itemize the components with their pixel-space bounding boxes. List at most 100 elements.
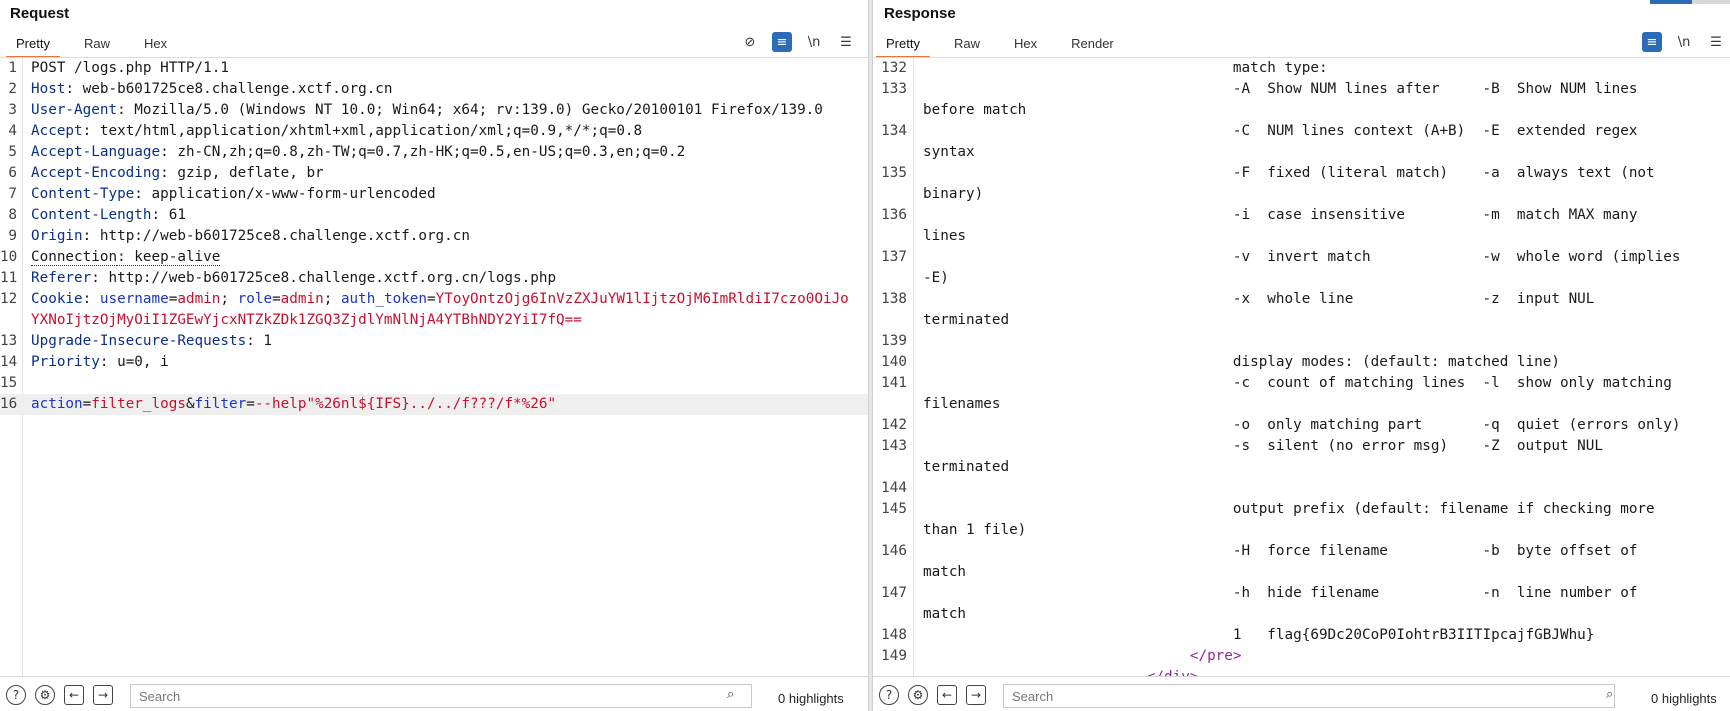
code-line[interactable]: 10 Connection: keep-alive [0, 247, 868, 268]
code-line[interactable]: 136 -i case insensitive -m match MAX man… [873, 205, 1730, 247]
text-segment: -h hide filename -n line number of match [923, 585, 1638, 622]
search-input[interactable] [1003, 684, 1615, 708]
code-line[interactable]: 11 Referer: http://web-b601725ce8.challen… [0, 268, 868, 289]
param-name: username [99, 291, 169, 307]
layout-toggle[interactable] [1650, 0, 1730, 4]
code-line[interactable]: 12 Cookie: username=admin; role=admin; au… [0, 289, 868, 331]
code-line[interactable]: 13 Upgrade-Insecure-Requests: 1 [0, 331, 868, 352]
response-pane: Response Pretty Raw Hex Render ≡ \n ☰ 13… [873, 0, 1730, 711]
code-line[interactable]: 140 display modes: (default: matched lin… [873, 352, 1730, 373]
header-name: Content-Type [31, 186, 135, 202]
param-value: admin [280, 291, 324, 307]
line-text: 1 flag{69Dc20CoP0IohtrB3IITIpcajfGBJWhu} [923, 625, 1723, 646]
line-number: 13 [0, 333, 18, 349]
header-name: Accept-Encoding [31, 165, 161, 181]
code-line[interactable]: 14 Priority: u=0, i [0, 352, 868, 373]
line-text: Accept-Encoding: gzip, deflate, br [31, 163, 849, 184]
line-text: Accept: text/html,application/xhtml+xml,… [31, 121, 849, 142]
newline-toggle-icon[interactable]: \n [804, 32, 824, 52]
code-line[interactable]: 145 output prefix (default: filename if … [873, 499, 1730, 541]
code-line[interactable]: 144 [873, 478, 1730, 499]
code-line[interactable]: 9 Origin: http://web-b601725ce8.challenge… [0, 226, 868, 247]
code-line[interactable]: 149 </pre> [873, 646, 1730, 667]
tab-pretty[interactable]: Pretty [876, 33, 930, 58]
text-segment: -F fixed (literal match) -a always text … [923, 165, 1655, 202]
tab-raw[interactable]: Raw [74, 33, 120, 56]
code-line[interactable]: 147 -h hide filename -n line number of m… [873, 583, 1730, 625]
newline-toggle-icon[interactable]: \n [1674, 32, 1694, 52]
gear-icon[interactable]: ⚙ [35, 685, 55, 705]
wrap-icon[interactable]: ≡ [772, 32, 792, 52]
tab-hex[interactable]: Hex [134, 33, 177, 56]
wrap-icon[interactable]: ≡ [1642, 32, 1662, 52]
code-line[interactable]: 142 -o only matching part -q quiet (erro… [873, 415, 1730, 436]
code-line[interactable]: 1 POST /logs.php HTTP/1.1 [0, 58, 868, 79]
line-number: 142 [881, 417, 907, 433]
forward-arrow-icon[interactable]: → [93, 685, 113, 705]
line-number: 8 [8, 207, 17, 223]
line-number: 145 [881, 501, 907, 517]
search-input[interactable] [130, 684, 752, 708]
param-value: filter_logs [91, 396, 186, 412]
line-number: 137 [881, 249, 907, 265]
line-number: 138 [881, 291, 907, 307]
request-bottom-bar: ? ⚙ ← → ⌕ 0 highlights [0, 676, 868, 711]
code-line[interactable]: 141 -c count of matching lines -l show o… [873, 373, 1730, 415]
help-icon[interactable]: ? [6, 685, 26, 705]
forward-arrow-icon[interactable]: → [966, 685, 986, 705]
line-number: 144 [881, 480, 907, 496]
code-line[interactable]: 3 User-Agent: Mozilla/5.0 (Windows NT 10.… [0, 100, 868, 121]
menu-icon[interactable]: ☰ [1706, 32, 1726, 52]
code-line[interactable]: 148 1 flag{69Dc20CoP0IohtrB3IITIpcajfGBJ… [873, 625, 1730, 646]
code-line[interactable]: 133 -A Show NUM lines after -B Show NUM … [873, 79, 1730, 121]
tab-hex[interactable]: Hex [1004, 33, 1047, 56]
code-line[interactable]: 132 match type: [873, 58, 1730, 79]
code-line[interactable]: 15 [0, 373, 868, 394]
response-bottom-icons: ? ⚙ ← → [879, 685, 986, 705]
code-line[interactable]: 143 -s silent (no error msg) -Z output N… [873, 436, 1730, 478]
response-lines[interactable]: 132 match type: 133 -A Show NUM lines aft… [873, 58, 1730, 677]
menu-icon[interactable]: ☰ [836, 32, 856, 52]
line-number: 12 [0, 291, 18, 307]
line-text: Origin: http://web-b601725ce8.challenge.… [31, 226, 849, 247]
code-line[interactable]: 16 action=filter_logs&filter=--help"%26nl… [0, 394, 868, 415]
code-line[interactable]: 4 Accept: text/html,application/xhtml+xml… [0, 121, 868, 142]
line-text: output prefix (default: filename if chec… [923, 499, 1723, 541]
code-line[interactable]: 146 -H force filename -b byte offset of … [873, 541, 1730, 583]
search-icon: ⌕ [1606, 687, 1614, 702]
code-line[interactable]: 2 Host: web-b601725ce8.challenge.xctf.org… [0, 79, 868, 100]
hide-eye-icon[interactable]: ⊘ [740, 32, 760, 52]
param-name: role [237, 291, 273, 307]
back-arrow-icon[interactable]: ← [64, 685, 84, 705]
gear-icon[interactable]: ⚙ [908, 685, 928, 705]
html-tag: </ [923, 648, 1208, 664]
code-line[interactable]: 8 Content-Length: 61 [0, 205, 868, 226]
param-name: filter [194, 396, 247, 412]
code-line[interactable]: 135 -F fixed (literal match) -a always t… [873, 163, 1730, 205]
code-line[interactable]: 134 -C NUM lines context (A+B) -E extend… [873, 121, 1730, 163]
code-line[interactable]: 139 [873, 331, 1730, 352]
code-line[interactable]: 7 Content-Type: application/x-www-form-ur… [0, 184, 868, 205]
back-arrow-icon[interactable]: ← [937, 685, 957, 705]
code-line[interactable]: 5 Accept-Language: zh-CN,zh;q=0.8,zh-TW;q… [0, 142, 868, 163]
help-icon[interactable]: ? [879, 685, 899, 705]
line-text: Priority: u=0, i [31, 352, 849, 373]
text-segment: match type: [923, 60, 1328, 76]
tab-raw[interactable]: Raw [944, 33, 990, 56]
request-lines[interactable]: 1 POST /logs.php HTTP/1.1 2 Host: web-b6017… [0, 58, 868, 415]
response-editor[interactable]: 132 match type: 133 -A Show NUM lines aft… [873, 58, 1730, 677]
code-line[interactable]: 137 -v invert match -w whole word (impli… [873, 247, 1730, 289]
tab-pretty[interactable]: Pretty [6, 33, 60, 58]
line-text: POST /logs.php HTTP/1.1 [31, 58, 849, 79]
line-text: Content-Type: application/x-www-form-url… [31, 184, 849, 205]
line-number: 133 [881, 81, 907, 97]
text-segment: : u=0, i [99, 354, 169, 370]
code-line[interactable]: 138 -x whole line -z input NUL terminate… [873, 289, 1730, 331]
request-title: Request [10, 5, 70, 22]
text-segment: POST /logs.php HTTP/1.1 [31, 60, 229, 76]
tab-render[interactable]: Render [1061, 33, 1124, 56]
request-editor[interactable]: 1 POST /logs.php HTTP/1.1 2 Host: web-b6017… [0, 58, 868, 677]
line-text: Cookie: username=admin; role=admin; auth… [31, 289, 849, 331]
line-number: 141 [881, 375, 907, 391]
code-line[interactable]: 6 Accept-Encoding: gzip, deflate, br [0, 163, 868, 184]
